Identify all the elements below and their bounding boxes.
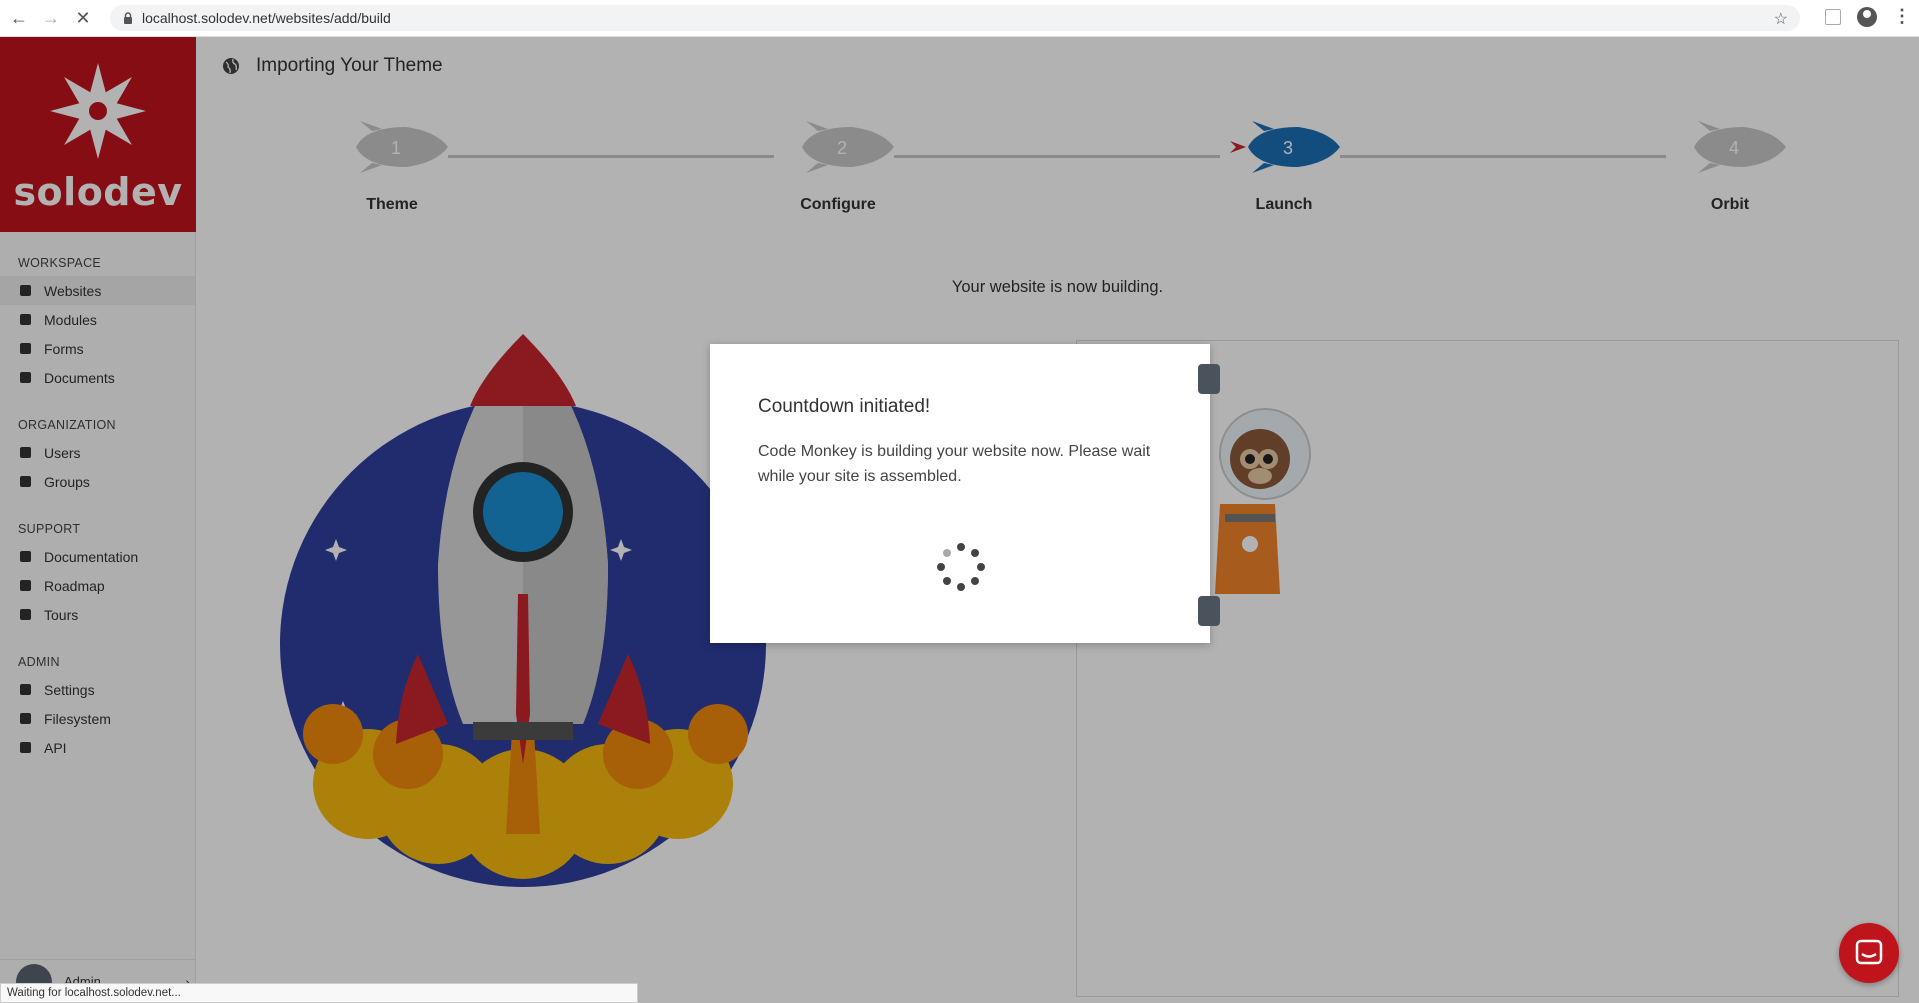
countdown-modal: Countdown initiated! Code Monkey is buil… [710, 344, 1220, 643]
extension-icon[interactable] [1825, 8, 1841, 25]
bookmark-star-icon[interactable]: ☆ [1774, 9, 1788, 29]
loading-spinner-icon [937, 543, 985, 591]
modal-message: Code Monkey is building your website now… [758, 443, 1151, 485]
modal-title: Countdown initiated! [758, 396, 931, 417]
url-text: localhost.solodev.net/websites/add/build [142, 10, 391, 26]
back-icon[interactable]: ← [6, 5, 32, 31]
modal-clamp [1198, 364, 1220, 394]
lock-icon [124, 12, 132, 24]
chat-launcher-button[interactable] [1839, 923, 1899, 983]
browser-menu-icon[interactable]: ⋮ [1893, 6, 1911, 27]
browser-toolbar: ← → ✕ localhost.solodev.net/websites/add… [0, 0, 1919, 37]
address-bar[interactable]: localhost.solodev.net/websites/add/build… [110, 5, 1800, 31]
profile-icon[interactable] [1857, 6, 1877, 27]
stop-loading-icon[interactable]: ✕ [70, 5, 96, 31]
browser-status-bar: Waiting for localhost.solodev.net... [0, 983, 638, 1003]
modal-clamp [1198, 596, 1220, 626]
forward-icon[interactable]: → [38, 5, 64, 31]
chat-icon [1855, 939, 1883, 965]
